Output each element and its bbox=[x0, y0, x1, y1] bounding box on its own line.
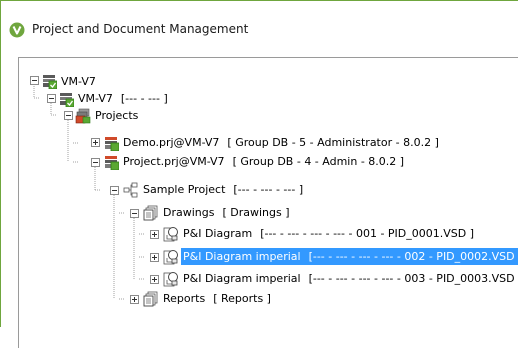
database-icon bbox=[105, 156, 119, 170]
tree-node-details: [--- - --- ] bbox=[120, 92, 168, 105]
tree-node-label: Demo.prj@VM-V7 bbox=[123, 136, 220, 149]
documents-icon bbox=[143, 291, 158, 307]
tree-node-details: [--- - --- - --- - --- - 001 - PID_0001.… bbox=[260, 227, 475, 240]
expand-toggle[interactable] bbox=[150, 275, 159, 284]
tree-node-label: Project.prj@VM-V7 bbox=[123, 155, 225, 168]
tree-node-reports[interactable]: Reports [ Reports ] bbox=[161, 290, 271, 307]
tree-node-label: P&I Diagram bbox=[183, 227, 253, 240]
server-icon bbox=[60, 93, 74, 107]
tree-node-project[interactable]: Project.prj@VM-V7 [ Group DB - 4 - Admin … bbox=[121, 153, 404, 170]
tree-node-sample-project[interactable]: Sample Project [--- - --- - --- ] bbox=[141, 181, 303, 198]
title-bar: Project and Document Management bbox=[1, 1, 518, 55]
tree-node-details: [--- - --- - --- - --- - 002 - PID_0002.… bbox=[308, 250, 518, 263]
documents-icon bbox=[143, 205, 158, 221]
expand-toggle[interactable] bbox=[47, 94, 56, 103]
tree-node-label: VM-V7 bbox=[61, 75, 96, 88]
tree-node-details: [--- - --- - --- ] bbox=[233, 183, 304, 196]
database-icon bbox=[105, 137, 119, 151]
tree-node-details: [ Reports ] bbox=[213, 292, 271, 305]
expand-toggle[interactable] bbox=[64, 111, 73, 120]
projects-folder-icon bbox=[75, 108, 91, 124]
tree-node-label: P&I Diagram imperial bbox=[183, 272, 301, 285]
expand-toggle[interactable] bbox=[91, 138, 100, 147]
tree-node-label: Projects bbox=[95, 109, 139, 122]
tree-node-details: [ Group DB - 5 - Administrator - 8.0.2 ] bbox=[227, 136, 439, 149]
tree-node-projects[interactable]: Projects bbox=[93, 107, 140, 124]
tree-node-server[interactable]: VM-V7 [--- - --- ] bbox=[76, 90, 168, 107]
tree-node-root[interactable]: VM-V7 bbox=[59, 73, 98, 90]
expand-toggle[interactable] bbox=[130, 295, 139, 304]
hierarchy-icon bbox=[123, 182, 138, 198]
tree-node-pid-diagram-imperial[interactable]: P&I Diagram imperial [--- - --- - --- - -… bbox=[181, 270, 518, 287]
project-tree[interactable]: VM-V7 VM-V7 [--- - --- ] Projects Demo.p… bbox=[18, 57, 518, 348]
tree-node-label: Drawings bbox=[163, 206, 215, 219]
project-document-management-window: Project and Document Management VM-V7 VM… bbox=[0, 0, 518, 348]
expand-toggle[interactable] bbox=[30, 76, 39, 85]
tree-node-details: [ Drawings ] bbox=[222, 206, 290, 219]
tree-node-label: Reports bbox=[163, 292, 206, 305]
tree-node-pid-diagram[interactable]: P&I Diagram [--- - --- - --- - --- - 001 … bbox=[181, 225, 474, 242]
tree-node-details: [ Group DB - 4 - Admin - 8.0.2 ] bbox=[232, 155, 405, 168]
pid-drawing-icon bbox=[163, 272, 178, 287]
expand-toggle[interactable] bbox=[91, 158, 100, 167]
server-icon bbox=[43, 75, 57, 89]
tree-node-label: Sample Project bbox=[143, 183, 226, 196]
app-logo-icon bbox=[9, 22, 25, 38]
expand-toggle[interactable] bbox=[150, 253, 159, 262]
pid-drawing-icon bbox=[163, 227, 178, 242]
tree-node-demo-project[interactable]: Demo.prj@VM-V7 [ Group DB - 5 - Administr… bbox=[121, 134, 439, 151]
tree-node-drawings[interactable]: Drawings [ Drawings ] bbox=[161, 204, 290, 221]
tree-node-label: VM-V7 bbox=[78, 92, 113, 105]
window-title: Project and Document Management bbox=[32, 22, 249, 36]
pid-drawing-icon bbox=[163, 250, 178, 265]
expand-toggle[interactable] bbox=[130, 209, 139, 218]
expand-toggle[interactable] bbox=[110, 186, 119, 195]
tree-node-details: [--- - --- - --- - --- - 003 - PID_0003.… bbox=[308, 272, 518, 285]
tree-node-label: P&I Diagram imperial bbox=[183, 250, 301, 263]
expand-toggle[interactable] bbox=[150, 230, 159, 239]
tree-node-pid-diagram-imperial-selected[interactable]: P&I Diagram imperial [--- - --- - --- - -… bbox=[181, 248, 518, 265]
